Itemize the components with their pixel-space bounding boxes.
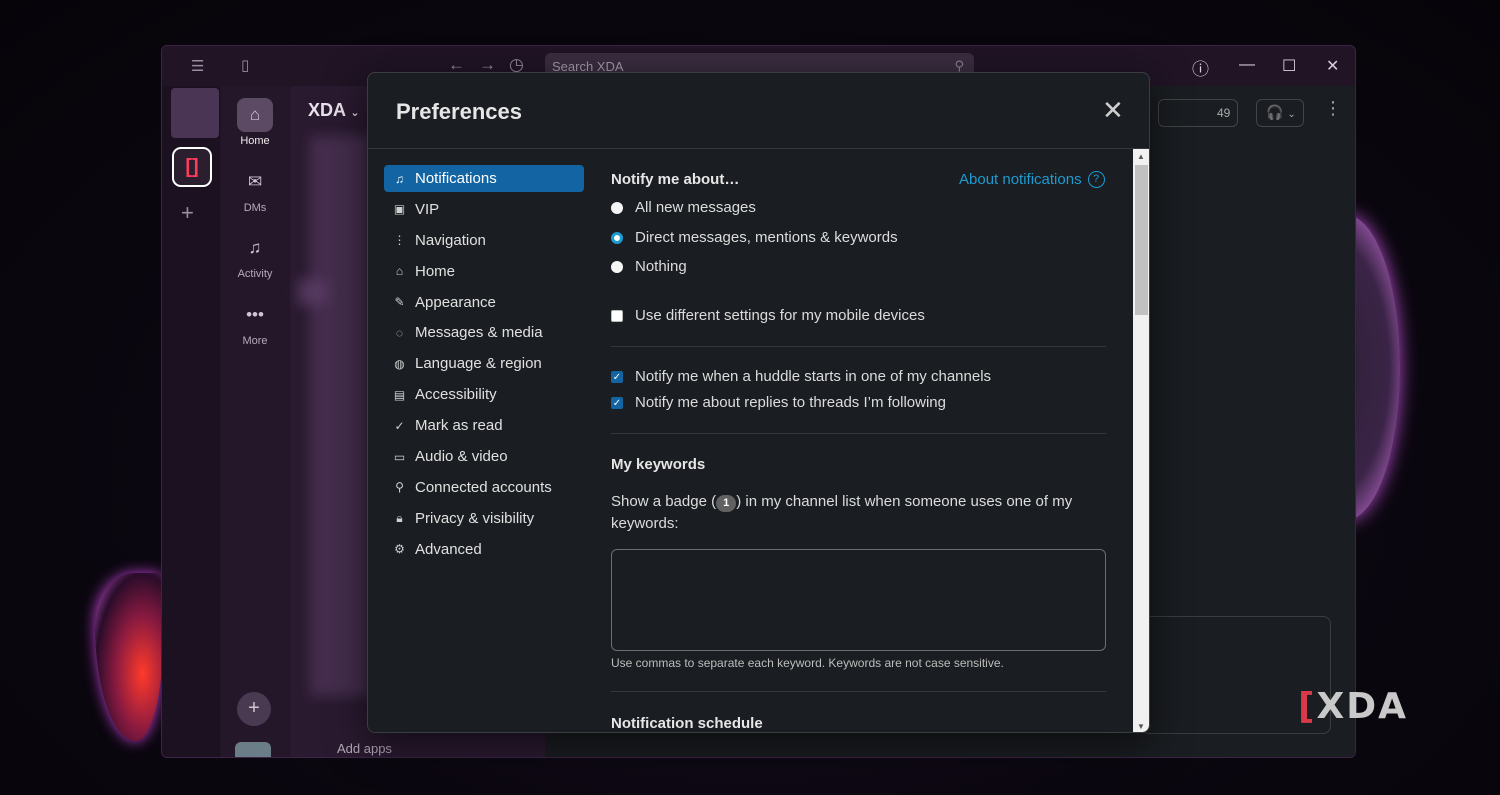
globe-icon: ◍ — [394, 356, 405, 371]
nav-dms[interactable]: ✉ DMs — [221, 165, 289, 214]
pref-nav-appearance[interactable]: ✎ Appearance — [384, 289, 584, 316]
blurred-active-channel — [298, 279, 328, 305]
scroll-up-icon[interactable]: ▲ — [1137, 152, 1145, 161]
maximize-icon[interactable]: ☐ — [1282, 56, 1296, 76]
schedule-heading: Notification schedule — [611, 715, 763, 732]
scroll-down-icon[interactable]: ▼ — [1137, 722, 1145, 731]
radio-direct-messages[interactable]: Direct messages, mentions & keywords — [611, 229, 898, 246]
nav-home-label: Home — [240, 135, 270, 147]
home-icon: ⌂ — [395, 264, 404, 279]
brush-icon: ✎ — [394, 295, 405, 310]
message-icon: ◌ — [395, 325, 404, 340]
huddle-button[interactable]: 🎧 ⌄ — [1256, 99, 1304, 127]
dialog-header: Preferences ✕ — [368, 73, 1149, 149]
headphones-icon: 🎧 — [1266, 104, 1284, 120]
xda-watermark-logo: [XDA — [1298, 686, 1408, 727]
radio-nothing[interactable]: Nothing — [611, 258, 687, 275]
member-count: 49 — [1217, 106, 1231, 120]
wallpaper-shape-left — [95, 573, 163, 741]
pref-nav-messages-media[interactable]: ◌ Messages & media — [384, 319, 584, 346]
kebab-menu-icon[interactable]: ⋮ — [1324, 98, 1342, 119]
preferences-nav: ♫ Notifications ▣ VIP ⋮ Navigation ⌂ Home ✎ A… — [384, 165, 584, 567]
checkbox-checked[interactable]: ✓ — [611, 370, 623, 383]
home-icon: ⌂ — [237, 98, 273, 132]
keywords-heading: My keywords — [611, 456, 706, 473]
ellipsis-icon: ••• — [246, 305, 264, 324]
gear-icon: ⚙ — [394, 542, 405, 557]
sidebar-toggle-icon[interactable]: ▯ — [241, 56, 249, 74]
nav-activity[interactable]: ♫ Activity — [221, 231, 289, 280]
user-avatar[interactable] — [235, 742, 271, 757]
scrollbar[interactable]: ▲ ▼ — [1133, 149, 1149, 732]
pref-nav-connected-accounts[interactable]: ⚲ Connected accounts — [384, 474, 584, 501]
radio-button-selected[interactable] — [611, 231, 623, 244]
nav-activity-label: Activity — [237, 268, 273, 280]
nav-home[interactable]: ⌂ Home — [221, 98, 289, 147]
huddle-checkbox[interactable]: ✓ Notify me when a huddle starts in one o… — [611, 368, 991, 385]
radio-all-new-messages[interactable]: All new messages — [611, 199, 756, 216]
member-avatars[interactable]: 49 — [1158, 99, 1238, 127]
mobile-settings-checkbox[interactable]: Use different settings for my mobile dev… — [611, 307, 925, 324]
chevron-down-icon: ⌄ — [1287, 109, 1296, 120]
notify-heading: Notify me about… — [611, 171, 740, 188]
pref-nav-language-region[interactable]: ◍ Language & region — [384, 350, 584, 377]
pref-nav-audio-video[interactable]: ▭ Audio & video — [384, 443, 584, 470]
checkbox-checked[interactable]: ✓ — [611, 396, 623, 409]
close-icon[interactable]: ✕ — [1102, 97, 1124, 123]
bell-icon: ♫ — [248, 238, 262, 257]
divider — [611, 346, 1106, 347]
pref-nav-mark-as-read[interactable]: ✓ Mark as read — [384, 412, 584, 439]
minimize-icon[interactable]: — — [1239, 56, 1255, 74]
preferences-dialog: Preferences ✕ ♫ Notifications ▣ VIP ⋮ Navig… — [367, 72, 1150, 733]
add-workspace-icon[interactable]: + — [181, 200, 194, 226]
help-icon[interactable]: ⓘ — [1192, 55, 1209, 80]
pref-nav-accessibility[interactable]: ▤ Accessibility — [384, 381, 584, 408]
checkbox[interactable] — [611, 309, 623, 322]
pref-nav-notifications[interactable]: ♫ Notifications — [384, 165, 584, 192]
keywords-hint: Use commas to separate each keyword. Key… — [611, 656, 1004, 670]
keywords-input[interactable] — [611, 549, 1106, 651]
workspace-rail: [] + — [162, 86, 220, 757]
pref-nav-privacy-visibility[interactable]: 🔒︎ Privacy & visibility — [384, 505, 584, 532]
close-window-icon[interactable]: ✕ — [1326, 56, 1339, 76]
plug-icon: ⚲ — [395, 480, 404, 495]
vip-icon: ▣ — [393, 202, 406, 217]
radio-button[interactable] — [611, 201, 623, 214]
dialog-title: Preferences — [396, 99, 522, 124]
workspace-thumbnail[interactable] — [171, 88, 219, 138]
bell-icon: ♫ — [395, 171, 404, 186]
pref-nav-vip[interactable]: ▣ VIP — [384, 196, 584, 223]
lock-icon: 🔒︎ — [396, 510, 403, 525]
blurred-channel-list — [310, 136, 370, 696]
nav-more-label: More — [242, 335, 268, 347]
check-circle-icon: ✓ — [394, 418, 405, 433]
workspace-name[interactable]: XDA ⌄ — [308, 100, 360, 121]
pref-nav-navigation[interactable]: ⋮ Navigation — [384, 227, 584, 254]
video-icon: ▭ — [393, 449, 406, 464]
navigation-icon: ⋮ — [393, 233, 406, 248]
add-apps-link[interactable]: Add apps — [337, 741, 392, 756]
pref-nav-advanced[interactable]: ⚙ Advanced — [384, 536, 584, 563]
dms-icon: ✉ — [247, 172, 263, 191]
add-button[interactable]: + — [237, 692, 271, 726]
keywords-description: Show a badge (1) in my channel list when… — [611, 493, 1073, 532]
about-notifications-link[interactable]: About notifications? — [959, 171, 1105, 188]
scroll-thumb[interactable] — [1135, 165, 1148, 315]
accessibility-icon: ▤ — [393, 387, 406, 402]
badge-example: 1 — [716, 495, 737, 512]
divider — [611, 433, 1106, 434]
nav-rail: ⌂ Home ✉ DMs ♫ Activity ••• More + — [221, 86, 289, 757]
nav-dms-label: DMs — [243, 202, 267, 214]
radio-button[interactable] — [611, 260, 623, 273]
pref-nav-home[interactable]: ⌂ Home — [384, 258, 584, 285]
xda-workspace-icon[interactable]: [] — [172, 147, 212, 187]
help-circle-icon: ? — [1087, 171, 1105, 188]
threads-checkbox[interactable]: ✓ Notify me about replies to threads I’m … — [611, 394, 946, 411]
nav-more[interactable]: ••• More — [221, 298, 289, 347]
hamburger-menu-icon[interactable]: ☰ — [191, 57, 204, 75]
divider — [611, 691, 1106, 692]
